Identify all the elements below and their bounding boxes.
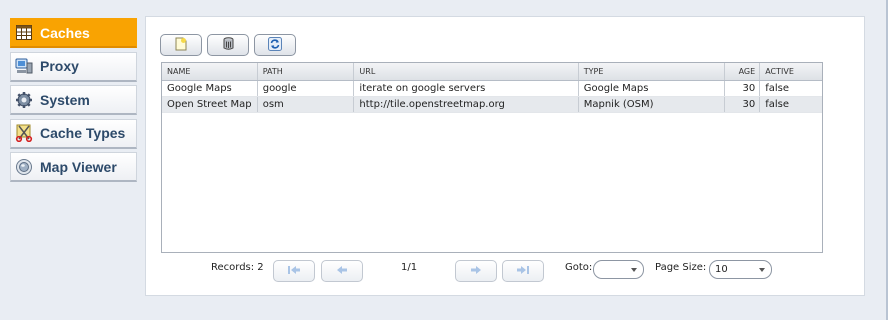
- arrow-right-icon: [469, 264, 483, 278]
- toolbar: [160, 34, 296, 56]
- last-page-icon: [516, 264, 530, 278]
- cell-type: Google Maps: [579, 81, 726, 96]
- sidebar-item-system[interactable]: System: [10, 85, 137, 115]
- cell-url: iterate on google servers: [354, 81, 579, 96]
- sidebar-item-label: Cache Types: [40, 125, 126, 141]
- column-header-name[interactable]: NAME: [162, 63, 258, 80]
- sidebar-item-label: System: [40, 91, 90, 108]
- page-size-select[interactable]: 10: [709, 260, 772, 279]
- pager: Records: 2 1/1 Goto: Page Size: 10: [146, 260, 866, 284]
- delete-icon: [223, 37, 234, 53]
- page-size-value: 10: [715, 264, 728, 275]
- sidebar: Caches Proxy System Cache Types Map View…: [10, 18, 137, 186]
- table-row[interactable]: Google Maps google iterate on google ser…: [162, 81, 822, 97]
- sidebar-item-label: Caches: [40, 24, 90, 41]
- column-header-active[interactable]: ACTIVE: [760, 63, 822, 80]
- caches-table: NAME PATH URL TYPE AGE ACTIVE Google Map…: [161, 62, 823, 253]
- chevron-down-icon: [631, 268, 637, 272]
- sidebar-item-cache-types[interactable]: Cache Types: [10, 118, 137, 149]
- cell-path: osm: [258, 97, 355, 112]
- page-indicator: 1/1: [401, 262, 418, 273]
- sidebar-item-label: Map Viewer: [40, 158, 117, 175]
- cell-name: Open Street Map: [162, 97, 258, 112]
- column-header-type[interactable]: TYPE: [579, 63, 726, 80]
- sidebar-item-caches[interactable]: Caches: [10, 18, 137, 48]
- cell-type: Mapnik (OSM): [579, 97, 726, 112]
- new-cache-button[interactable]: [160, 34, 202, 56]
- goto-label: Goto:: [565, 262, 593, 273]
- column-header-url[interactable]: URL: [354, 63, 579, 80]
- cell-url: http://tile.openstreetmap.org: [354, 97, 579, 112]
- caches-panel: NAME PATH URL TYPE AGE ACTIVE Google Map…: [145, 16, 865, 296]
- delete-cache-button[interactable]: [207, 34, 249, 56]
- globe-icon: [14, 158, 34, 176]
- table-row[interactable]: Open Street Map osm http://tile.openstre…: [162, 97, 822, 113]
- column-header-age[interactable]: AGE: [725, 63, 761, 80]
- cell-name: Google Maps: [162, 81, 258, 96]
- page-size-label: Page Size:: [655, 262, 707, 273]
- first-page-button[interactable]: [273, 260, 315, 282]
- refresh-button[interactable]: [254, 34, 296, 56]
- table-header: NAME PATH URL TYPE AGE ACTIVE: [162, 63, 822, 81]
- column-header-path[interactable]: PATH: [258, 63, 355, 80]
- cell-path: google: [258, 81, 355, 96]
- arrow-left-icon: [335, 264, 349, 278]
- refresh-icon: [268, 36, 282, 54]
- next-page-button[interactable]: [455, 260, 497, 282]
- server-icon: [14, 57, 34, 75]
- chevron-down-icon: [759, 268, 765, 272]
- new-icon: [175, 37, 187, 54]
- gear-icon: [14, 91, 34, 109]
- cell-age: 30: [725, 97, 761, 112]
- first-page-icon: [287, 264, 301, 278]
- last-page-button[interactable]: [502, 260, 544, 282]
- scissors-icon: [14, 124, 34, 142]
- table-icon: [14, 24, 34, 42]
- cell-age: 30: [725, 81, 761, 96]
- cell-active: false: [765, 83, 789, 94]
- goto-select[interactable]: [593, 260, 644, 279]
- records-count: Records: 2: [211, 262, 264, 273]
- sidebar-item-map-viewer[interactable]: Map Viewer: [10, 152, 137, 182]
- prev-page-button[interactable]: [321, 260, 363, 282]
- sidebar-item-label: Proxy: [40, 58, 79, 74]
- sidebar-item-proxy[interactable]: Proxy: [10, 51, 137, 82]
- cell-active: false: [765, 99, 789, 110]
